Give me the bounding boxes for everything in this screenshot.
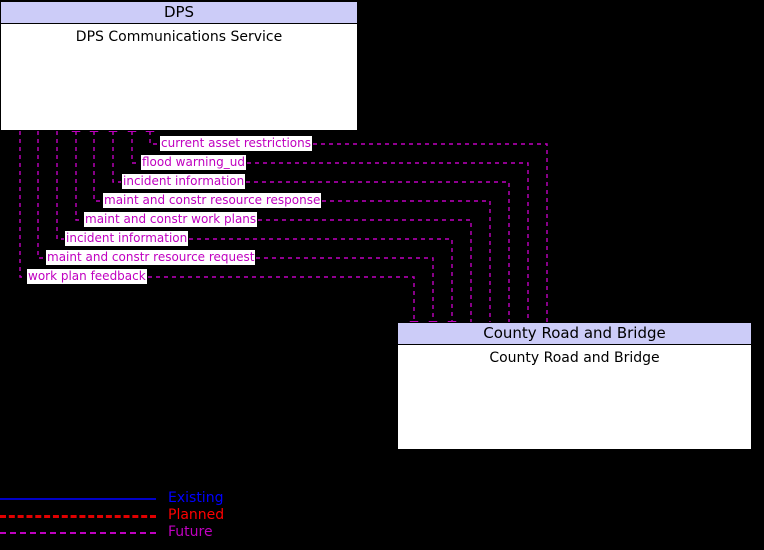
legend-item-existing: Existing xyxy=(0,490,300,508)
flow-line-right xyxy=(247,162,529,322)
flow-label[interactable]: current asset restrictions xyxy=(160,136,312,151)
node-county[interactable]: County Road and Bridge County Road and B… xyxy=(397,322,752,450)
flow-line-right xyxy=(256,257,438,330)
legend: Existing Planned Future xyxy=(0,490,300,545)
legend-line-existing xyxy=(0,498,156,500)
node-dps-title: DPS xyxy=(1,2,357,24)
flow-label[interactable]: incident information xyxy=(65,231,189,246)
node-dps-subtitle: DPS Communications Service xyxy=(75,29,283,45)
flow-label[interactable]: maint and constr resource request xyxy=(46,250,256,265)
diagram-canvas: DPS DPS Communications Service County Ro… xyxy=(0,0,764,550)
flow-line-right xyxy=(313,143,548,322)
flow-line-right xyxy=(322,200,491,322)
legend-label-future: Future xyxy=(168,524,213,540)
node-county-title: County Road and Bridge xyxy=(398,323,751,345)
flow-label[interactable]: flood warning_ud xyxy=(141,155,246,170)
flow-label[interactable]: incident information xyxy=(122,174,246,189)
flow-line-left xyxy=(108,123,121,183)
flow-line-right xyxy=(258,219,472,322)
flow-line-left xyxy=(145,123,159,145)
flow-line-right xyxy=(148,276,419,330)
flow-label[interactable]: maint and constr resource response xyxy=(103,193,322,208)
node-dps[interactable]: DPS DPS Communications Service xyxy=(0,1,358,131)
flow-line-left xyxy=(71,123,83,221)
flow-line-left xyxy=(37,131,45,259)
legend-item-future: Future xyxy=(0,524,300,542)
legend-line-future xyxy=(0,532,156,534)
flow-line-left xyxy=(127,123,140,164)
node-county-subtitle: County Road and Bridge xyxy=(489,350,660,366)
legend-line-planned xyxy=(0,515,156,518)
legend-label-existing: Existing xyxy=(168,490,224,506)
legend-label-planned: Planned xyxy=(168,507,225,523)
flow-label[interactable]: maint and constr work plans xyxy=(84,212,258,227)
flow-label[interactable]: work plan feedback xyxy=(27,269,147,284)
flow-line-left xyxy=(56,131,64,240)
flow-line-left xyxy=(19,131,26,278)
legend-item-planned: Planned xyxy=(0,507,300,525)
flow-line-left xyxy=(89,123,102,202)
